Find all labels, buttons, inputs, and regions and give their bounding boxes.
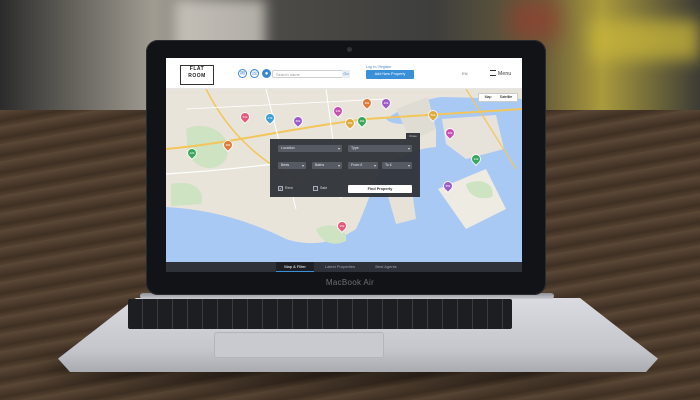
property-pin[interactable]: 55k xyxy=(442,180,454,192)
language-selector[interactable]: EN xyxy=(462,71,468,76)
pin-label: 45k xyxy=(347,121,353,125)
app-header: FLAT ROOM ✉ ☏ ● Search name Go Log in / … xyxy=(166,58,522,89)
property-pin[interactable]: 36k xyxy=(361,97,373,109)
property-map[interactable]: Map Satellite 42k 38k 51k 27k 60k 33k 45k… xyxy=(166,89,522,262)
bottom-tab-bar: Map & Filter Latest Properties Best Agen… xyxy=(166,262,522,272)
laptop-brand-label: MacBook Air xyxy=(325,278,375,287)
location-icon[interactable]: ● xyxy=(262,69,271,78)
property-pin[interactable]: 48k xyxy=(444,127,456,139)
property-pin[interactable]: 51k xyxy=(239,111,251,123)
property-pin[interactable]: 60k xyxy=(292,115,304,127)
pin-label: 27k xyxy=(267,116,273,120)
mail-icon[interactable]: ✉ xyxy=(238,69,247,78)
search-button[interactable]: Go xyxy=(342,70,350,78)
pin-label: 42k xyxy=(189,151,195,155)
property-pin[interactable]: 40k xyxy=(380,97,392,109)
flatroom-logo[interactable]: FLAT ROOM xyxy=(180,65,214,85)
logo-line-1: FLAT xyxy=(189,66,205,72)
property-pin[interactable]: 38k xyxy=(222,139,234,151)
pin-label: 36k xyxy=(364,101,370,105)
property-pin[interactable]: 33k xyxy=(332,105,344,117)
property-pin[interactable]: 29k xyxy=(356,115,368,127)
baths-select[interactable]: Baths xyxy=(312,162,342,169)
tab-best-agents[interactable]: Best Agents xyxy=(366,262,406,272)
pin-label: 51k xyxy=(242,115,248,119)
add-property-button[interactable]: Add New Property xyxy=(366,70,414,79)
laptop-trackpad xyxy=(214,332,384,358)
pin-label: 33k xyxy=(335,109,341,113)
price-from-select[interactable]: From £ xyxy=(348,162,378,169)
pin-label: 55k xyxy=(445,184,451,188)
map-type-toggle[interactable]: Map Satellite xyxy=(478,93,518,102)
rent-label: Rent xyxy=(285,186,293,190)
laptop-screen: FLAT ROOM ✉ ☏ ● Search name Go Log in / … xyxy=(166,58,522,272)
property-pin[interactable]: 45k xyxy=(344,117,356,129)
price-to-select[interactable]: To £ xyxy=(382,162,412,169)
sale-label: Sale xyxy=(320,186,328,190)
satellite-view-button[interactable]: Satellite xyxy=(497,94,515,101)
find-property-button[interactable]: Find Property xyxy=(348,185,412,193)
pin-label: 38k xyxy=(225,143,231,147)
property-pin[interactable]: 26k xyxy=(336,220,348,232)
tab-latest-properties[interactable]: Latest Properties xyxy=(316,262,364,272)
type-select[interactable]: Type xyxy=(348,145,412,152)
laptop-keyboard xyxy=(128,299,512,329)
hamburger-icon xyxy=(490,70,496,76)
location-select[interactable]: Location xyxy=(278,145,342,152)
road xyxy=(185,98,387,110)
pin-label: 52k xyxy=(430,113,436,117)
menu-button[interactable]: Menu xyxy=(490,69,511,77)
logo-line-2: ROOM xyxy=(188,73,206,79)
phone-icon[interactable]: ☏ xyxy=(250,69,259,78)
property-pin[interactable]: 42k xyxy=(186,147,198,159)
park xyxy=(171,182,202,206)
close-filter-button[interactable]: Close xyxy=(406,133,420,139)
search-input[interactable]: Search name xyxy=(272,70,344,78)
property-pin[interactable]: 52k xyxy=(427,109,439,121)
tab-map-filter[interactable]: Map & Filter xyxy=(276,262,314,272)
background-sofa xyxy=(590,20,700,60)
sale-checkbox[interactable] xyxy=(313,186,318,191)
property-pin[interactable]: 31k xyxy=(470,153,482,165)
background-object xyxy=(510,0,560,40)
pin-label: 26k xyxy=(339,224,345,228)
menu-label: Menu xyxy=(498,71,512,77)
rent-checkbox[interactable]: ✓ xyxy=(278,186,283,191)
map-view-button[interactable]: Map xyxy=(479,94,497,101)
pin-label: 60k xyxy=(295,119,301,123)
pin-label: 31k xyxy=(473,157,479,161)
beds-select[interactable]: Beds xyxy=(278,162,306,169)
filter-panel: Close Location Type Beds Baths From £ To… xyxy=(270,133,420,197)
pin-label: 48k xyxy=(447,131,453,135)
pin-label: 29k xyxy=(359,119,365,123)
webcam xyxy=(347,47,352,52)
pin-label: 40k xyxy=(383,101,389,105)
property-pin[interactable]: 27k xyxy=(264,112,276,124)
login-register-link[interactable]: Log in / Register xyxy=(366,65,392,69)
